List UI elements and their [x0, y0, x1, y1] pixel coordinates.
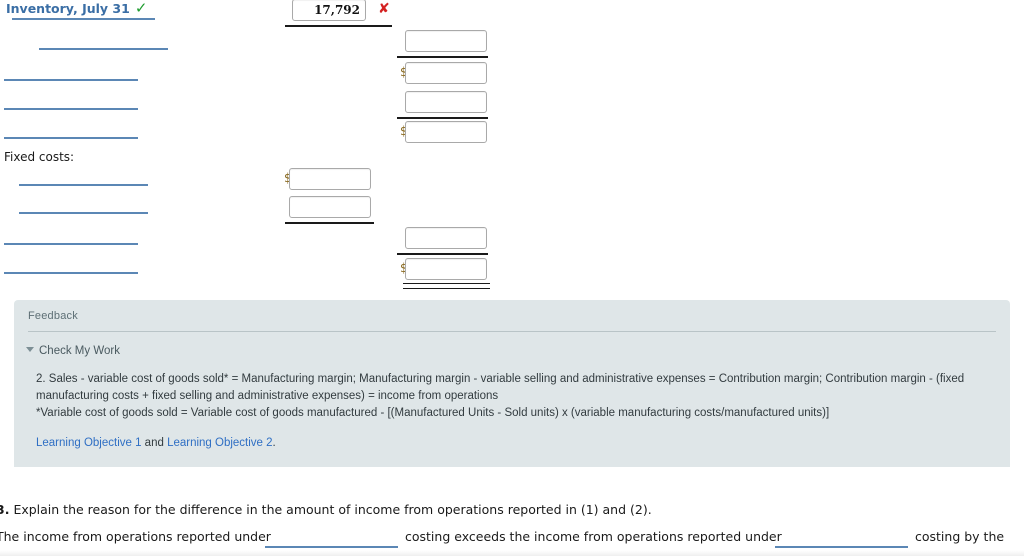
variable-selling-admin-input[interactable] [405, 62, 487, 84]
blank-line-3[interactable] [4, 108, 138, 110]
blank-line-2[interactable] [4, 79, 138, 81]
learning-objective-2-link[interactable]: Learning Objective 2 [167, 437, 272, 449]
check-my-work-label: Check My Work [39, 345, 120, 357]
total-fixed-costs-rule [397, 253, 488, 255]
manufacturing-margin-rule [397, 56, 488, 58]
income-from-operations-input[interactable] [405, 258, 487, 280]
question-3-prompt: 3. Explain the reason for the difference… [0, 502, 652, 517]
chevron-down-icon [26, 347, 34, 352]
contribution-margin-subtotal-input[interactable] [405, 91, 487, 113]
fixed-costs-rule [285, 222, 374, 224]
costing-method-blank-2[interactable] [775, 546, 908, 548]
check-my-work-toggle[interactable]: Check My Work [26, 345, 120, 357]
x-icon: ✘ [378, 1, 390, 17]
feedback-title: Feedback [28, 310, 78, 322]
feedback-panel: Feedback Check My Work 2. Sales - variab… [14, 300, 1010, 467]
blank-line-5[interactable] [19, 184, 148, 186]
total-fixed-costs-input[interactable] [405, 227, 487, 249]
question-3-text: Explain the reason for the difference in… [13, 502, 652, 517]
manufacturing-margin-input[interactable] [405, 30, 487, 52]
blank-line-4[interactable] [4, 137, 138, 139]
feedback-divider [28, 331, 996, 332]
question-3-sentence-part-3: costing by the [915, 529, 1005, 544]
clipped-content-row [0, 550, 1024, 556]
contribution-margin-rule [397, 117, 488, 119]
feedback-line-1: 2. Sales - variable cost of goods sold* … [36, 373, 965, 385]
question-3-sentence-part-2: costing exceeds the income from operatio… [405, 529, 782, 544]
blank-line-8[interactable] [4, 272, 138, 274]
income-from-operations-double-rule [403, 283, 490, 289]
feedback-line-2: manufacturing costs + fixed selling and … [36, 390, 499, 402]
blank-line-6[interactable] [19, 212, 148, 214]
inventory-value-input[interactable] [292, 0, 366, 21]
learning-objective-links: Learning Objective 1 and Learning Object… [36, 435, 276, 449]
costing-method-blank-1[interactable] [265, 546, 398, 548]
feedback-line-3: *Variable cost of goods sold = Variable … [36, 407, 830, 419]
links-terminator: . [272, 437, 276, 449]
fixed-costs-label: Fixed costs: [4, 150, 75, 164]
contribution-margin-input[interactable] [405, 121, 487, 143]
blank-line-7[interactable] [4, 243, 138, 245]
question-3-number: 3. [0, 502, 10, 517]
inventory-row-label-text: Inventory, July 31 [6, 1, 130, 16]
learning-objective-1-link[interactable]: Learning Objective 1 [36, 437, 141, 449]
inventory-row-label-underline [12, 18, 155, 20]
inventory-row-label[interactable]: Inventory, July 31 ✓ [6, 0, 148, 17]
inventory-value-rule [285, 25, 392, 27]
fixed-cost-1-input[interactable] [289, 168, 371, 190]
fixed-cost-2-input[interactable] [289, 196, 371, 218]
blank-line-1[interactable] [39, 48, 168, 50]
links-conjunction: and [141, 437, 168, 449]
question-3-sentence-part-1: The income from operations reported unde… [0, 529, 271, 544]
check-icon: ✓ [134, 0, 148, 17]
